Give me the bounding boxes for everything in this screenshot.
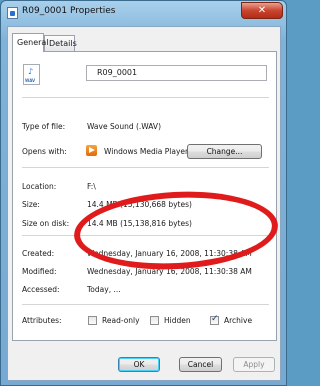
hidden-label: Hidden — [164, 316, 191, 325]
attributes-label: Attributes: — [22, 316, 62, 325]
cancel-button[interactable]: Cancel — [179, 357, 222, 372]
change-button[interactable]: Change... — [187, 144, 262, 159]
created-value: Wednesday, January 16, 2008, 11:30:38 AM — [87, 249, 252, 258]
tab-general[interactable]: General — [12, 33, 49, 52]
apply-button[interactable]: Apply — [233, 357, 275, 372]
divider — [22, 304, 269, 305]
general-panel: ♪ WAV R09_0001 Type of file: Wave Sound … — [12, 51, 280, 341]
opens-value: Windows Media Player — [104, 147, 189, 156]
modified-value: Wednesday, January 16, 2008, 11:30:38 AM — [87, 267, 252, 276]
size-on-disk-label: Size on disk: — [22, 219, 70, 228]
close-button[interactable]: ✕ — [241, 2, 283, 19]
divider — [22, 167, 269, 168]
type-value: Wave Sound (.WAV) — [87, 122, 161, 131]
accessed-value: Today, ... — [87, 285, 121, 294]
file-name-input[interactable]: R09_0001 — [86, 65, 267, 81]
archive-label: Archive — [224, 316, 253, 325]
readonly-label: Read-only — [102, 316, 140, 325]
wav-file-icon: ♪ WAV — [23, 64, 40, 85]
accessed-label: Accessed: — [22, 285, 60, 294]
size-on-disk-value: 14.4 MB (15,138,816 bytes) — [87, 219, 192, 228]
location-value: F:\ — [87, 182, 96, 191]
readonly-checkbox[interactable] — [88, 316, 97, 325]
ok-button[interactable]: OK — [118, 357, 160, 372]
created-label: Created: — [22, 249, 55, 258]
divider — [22, 97, 269, 98]
dialog-buttons: OK Cancel Apply — [8, 357, 282, 377]
file-type-icon — [7, 7, 18, 19]
location-label: Location: — [22, 182, 57, 191]
divider — [22, 235, 269, 236]
title-bar[interactable]: R09_0001 Properties ✕ — [1, 1, 286, 25]
properties-window: R09_0001 Properties ✕ General Details ♪ … — [0, 0, 287, 386]
size-value: 14.4 MB (15,130,668 bytes) — [87, 200, 192, 209]
music-note-icon: ♪ — [28, 67, 34, 76]
size-label: Size: — [22, 200, 40, 209]
modified-label: Modified: — [22, 267, 57, 276]
tab-details[interactable]: Details — [44, 35, 77, 51]
window-title: R09_0001 Properties — [22, 6, 116, 16]
media-player-icon — [86, 145, 97, 156]
archive-checkbox[interactable] — [210, 314, 219, 325]
dialog-client: General Details ♪ WAV R09_0001 Type of f… — [7, 26, 281, 381]
hidden-checkbox[interactable] — [150, 316, 159, 325]
close-icon: ✕ — [257, 5, 267, 16]
opens-label: Opens with: — [22, 147, 67, 156]
type-label: Type of file: — [22, 122, 66, 131]
file-ext-badge: WAV — [25, 78, 36, 83]
